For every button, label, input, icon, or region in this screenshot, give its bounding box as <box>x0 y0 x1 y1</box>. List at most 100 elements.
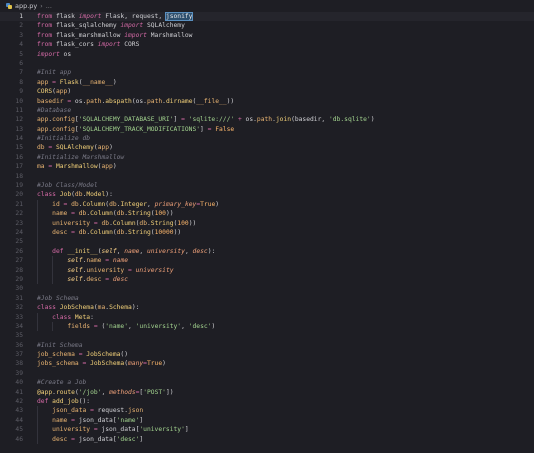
code-line[interactable]: 44 name = json_data['name'] <box>0 415 534 426</box>
code-token: = <box>203 125 216 133</box>
code-token: #Database <box>37 106 72 114</box>
code-line[interactable]: 30 <box>0 284 534 293</box>
code-line[interactable]: 8 app = Flask(__name__) <box>0 78 534 87</box>
indent-guide <box>37 425 38 435</box>
code-line[interactable]: 29 self.desc = desc <box>0 274 534 285</box>
code-token: True <box>146 360 163 368</box>
code-line[interactable]: 22 name = db.Column(db.String(100)) <box>0 209 534 219</box>
code-token: ) <box>215 200 220 208</box>
code-text: desc = db.Column(db.String(10000)) <box>23 227 181 238</box>
code-line[interactable]: 5 import os <box>0 50 534 59</box>
code-line[interactable]: 32 class JobSchema(ma.Schema): <box>0 303 534 312</box>
code-token: = <box>63 97 75 105</box>
code-line[interactable]: 6 <box>0 59 534 68</box>
code-line[interactable]: 10 basedir = os.path.abspath(os.path.dirn… <box>0 97 534 106</box>
code-text: from flask_marshmallow import Marshmallo… <box>23 31 192 40</box>
code-line[interactable]: 40 #Create a Job <box>0 378 534 387</box>
code-token: = <box>67 435 79 443</box>
line-number: 41 <box>15 388 23 396</box>
code-line[interactable]: 35 <box>0 331 534 340</box>
code-token: 100 <box>154 210 166 218</box>
code-token: __name__ <box>82 78 113 86</box>
code-token: jobs_schema <box>37 360 79 368</box>
code-token: json_data[ <box>78 416 117 424</box>
code-line[interactable]: 15 db = SQLAlchemy(app) <box>0 143 534 152</box>
code-token: ) <box>112 163 117 171</box>
line-number: 45 <box>15 426 23 434</box>
code-token: , <box>128 322 136 330</box>
code-token: (basedir, <box>291 116 329 124</box>
line-number: 9 <box>19 88 23 96</box>
line-number: 30 <box>15 285 23 293</box>
code-line[interactable]: 31 #Job Schema <box>0 294 534 303</box>
code-line[interactable]: 28 self.university = university <box>0 265 534 275</box>
code-line[interactable]: 11 #Database <box>0 106 534 115</box>
code-line[interactable]: 7 #Init app <box>0 68 534 77</box>
code-line[interactable]: 46 desc = json_data['desc'] <box>0 434 534 444</box>
code-line[interactable]: 41 @app.route('/job', methods=['POST']) <box>0 388 534 397</box>
code-token: (): <box>78 398 91 406</box>
code-line[interactable]: 21 id = db.Column(db.Integer, primary_ke… <box>0 199 534 210</box>
code-line[interactable]: 3 from flask_marshmallow import Marshmall… <box>0 31 534 40</box>
code-line[interactable]: 13 app.config['SQLALCHEMY_TRACK_MODIFICAT… <box>0 125 534 134</box>
line-number: 34 <box>15 322 23 330</box>
code-area[interactable]: 1 from flask import Flask, request, jsoni… <box>0 12 534 444</box>
code-line[interactable]: 25 <box>0 237 534 247</box>
breadcrumb-file[interactable]: app.py <box>15 2 37 10</box>
code-line[interactable]: 4 from flask_cors import CORS <box>0 40 534 49</box>
code-token: join <box>275 116 292 124</box>
code-line[interactable]: 43 json_data = request.json <box>0 406 534 416</box>
line-number: 4 <box>19 41 23 49</box>
code-token: = <box>48 78 60 86</box>
code-line[interactable]: 37 job_schema = JobSchema() <box>0 350 534 359</box>
line-number: 35 <box>15 332 23 340</box>
code-line[interactable]: 24 desc = db.Column(db.String(10000)) <box>0 227 534 238</box>
code-token: app <box>97 144 110 152</box>
code-line[interactable]: 27 self.name = name <box>0 256 534 266</box>
code-line[interactable]: 42 def add_job(): <box>0 397 534 406</box>
code-token: db <box>37 144 45 152</box>
code-token: flask_marshmallow <box>52 31 125 39</box>
code-token: import <box>78 13 102 20</box>
chevron-right-icon: › <box>40 2 43 10</box>
code-token: def <box>37 398 53 406</box>
code-token: name <box>112 257 129 265</box>
code-line[interactable]: 1 from flask import Flask, request, jsoni… <box>0 12 534 22</box>
code-line[interactable]: 20 class Job(db.Model): <box>0 190 534 199</box>
indent-guide <box>37 312 38 322</box>
code-text: self.university = university <box>23 265 174 275</box>
code-line[interactable]: 39 <box>0 369 534 378</box>
code-line[interactable]: 45 university = json_data['university'] <box>0 425 534 435</box>
code-line[interactable]: 34 fields = ('name', 'university', 'desc… <box>0 321 534 332</box>
code-line[interactable]: 17 ma = Marshmallow(app) <box>0 162 534 171</box>
code-line[interactable]: 33 class Meta: <box>0 312 534 322</box>
code-line[interactable]: 14 #Initialize db <box>0 134 534 143</box>
code-line[interactable]: 9 CORS(app) <box>0 87 534 96</box>
code-editor[interactable]: app.py › ... 1 from flask import Flask, r… <box>0 0 534 453</box>
indent-guide <box>52 265 54 275</box>
code-line[interactable]: 18 <box>0 172 534 181</box>
code-line[interactable]: 36 #Init Schema <box>0 341 534 350</box>
code-token: 'POST' <box>143 388 166 396</box>
code-token: os. <box>74 97 87 105</box>
breadcrumb-ellipsis[interactable]: ... <box>46 2 52 10</box>
code-token: db <box>139 219 147 227</box>
indent-guide <box>37 256 38 266</box>
code-line[interactable]: 23 university = db.Column(db.String(100)… <box>0 218 534 228</box>
code-line[interactable]: 38 jobs_schema = JobSchema(many=True) <box>0 359 534 368</box>
code-token: fields <box>67 322 91 330</box>
code-token: class <box>52 313 75 321</box>
code-line[interactable]: 26 def __init__(self, name, university, … <box>0 246 534 257</box>
code-line[interactable]: 2 from flask_sqlalchemy import SQLAlchemy <box>0 21 534 30</box>
code-token: JobSchema <box>86 351 121 359</box>
code-line[interactable]: 19 #Job Class/Model <box>0 181 534 190</box>
code-line[interactable]: 12 app.config['SQLALCHEMY_DATABASE_URI'] … <box>0 115 534 124</box>
code-token: Marshmallow <box>146 31 193 39</box>
code-token: False <box>215 125 235 133</box>
code-line[interactable]: 16 #Initialize Marshmallow <box>0 153 534 162</box>
code-token: = <box>101 275 113 283</box>
indent-guide <box>37 246 38 257</box>
